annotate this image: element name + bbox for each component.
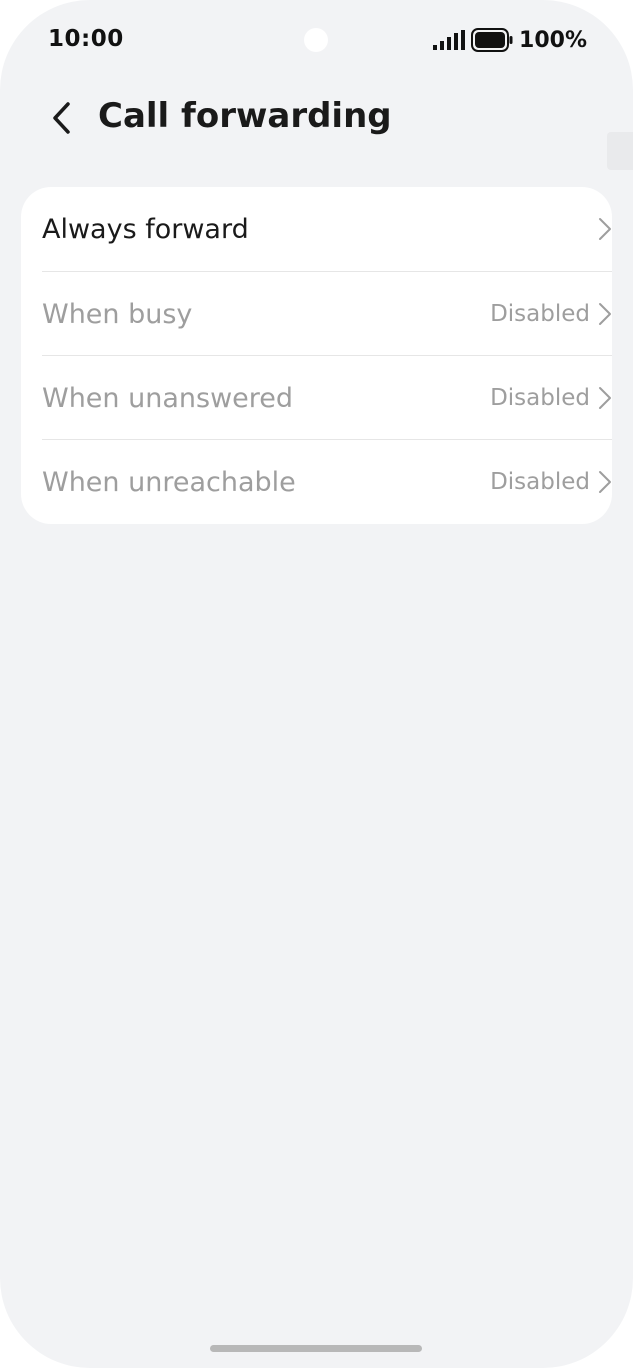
- option-status: Disabled: [490, 385, 590, 411]
- option-status: Disabled: [490, 301, 590, 327]
- option-status: Disabled: [490, 469, 590, 495]
- option-always-forward[interactable]: Always forward: [42, 187, 612, 271]
- chevron-right-icon: [599, 387, 611, 409]
- edge-panel-handle[interactable]: [607, 132, 633, 170]
- chevron-right-icon: [599, 218, 611, 240]
- option-when-unanswered[interactable]: When unanswered Disabled: [42, 355, 612, 440]
- battery-percentage: 100%: [519, 27, 587, 53]
- chevron-right-icon: [599, 303, 611, 325]
- battery-icon: [471, 28, 513, 52]
- signal-icon: [433, 30, 466, 50]
- chevron-right-icon: [599, 471, 611, 493]
- chevron-left-icon: [53, 102, 70, 134]
- forwarding-options-card: Always forward When busy Disabled When u…: [21, 187, 612, 524]
- option-label: When busy: [42, 298, 193, 330]
- option-when-unreachable[interactable]: When unreachable Disabled: [42, 439, 612, 524]
- option-label: When unreachable: [42, 466, 296, 498]
- option-label: Always forward: [42, 213, 249, 245]
- back-button[interactable]: [38, 94, 86, 142]
- header: Call forwarding: [0, 80, 633, 160]
- option-label: When unanswered: [42, 382, 294, 414]
- phone-screen: 10:00 100% Call forwarding Always forwar…: [0, 0, 633, 1368]
- status-time: 10:00: [48, 26, 124, 52]
- page-title: Call forwarding: [98, 96, 392, 136]
- front-camera: [304, 28, 328, 52]
- status-bar: 10:00 100%: [0, 0, 633, 80]
- home-indicator[interactable]: [210, 1345, 422, 1352]
- option-when-busy[interactable]: When busy Disabled: [42, 271, 612, 356]
- status-icons: 100%: [433, 27, 587, 53]
